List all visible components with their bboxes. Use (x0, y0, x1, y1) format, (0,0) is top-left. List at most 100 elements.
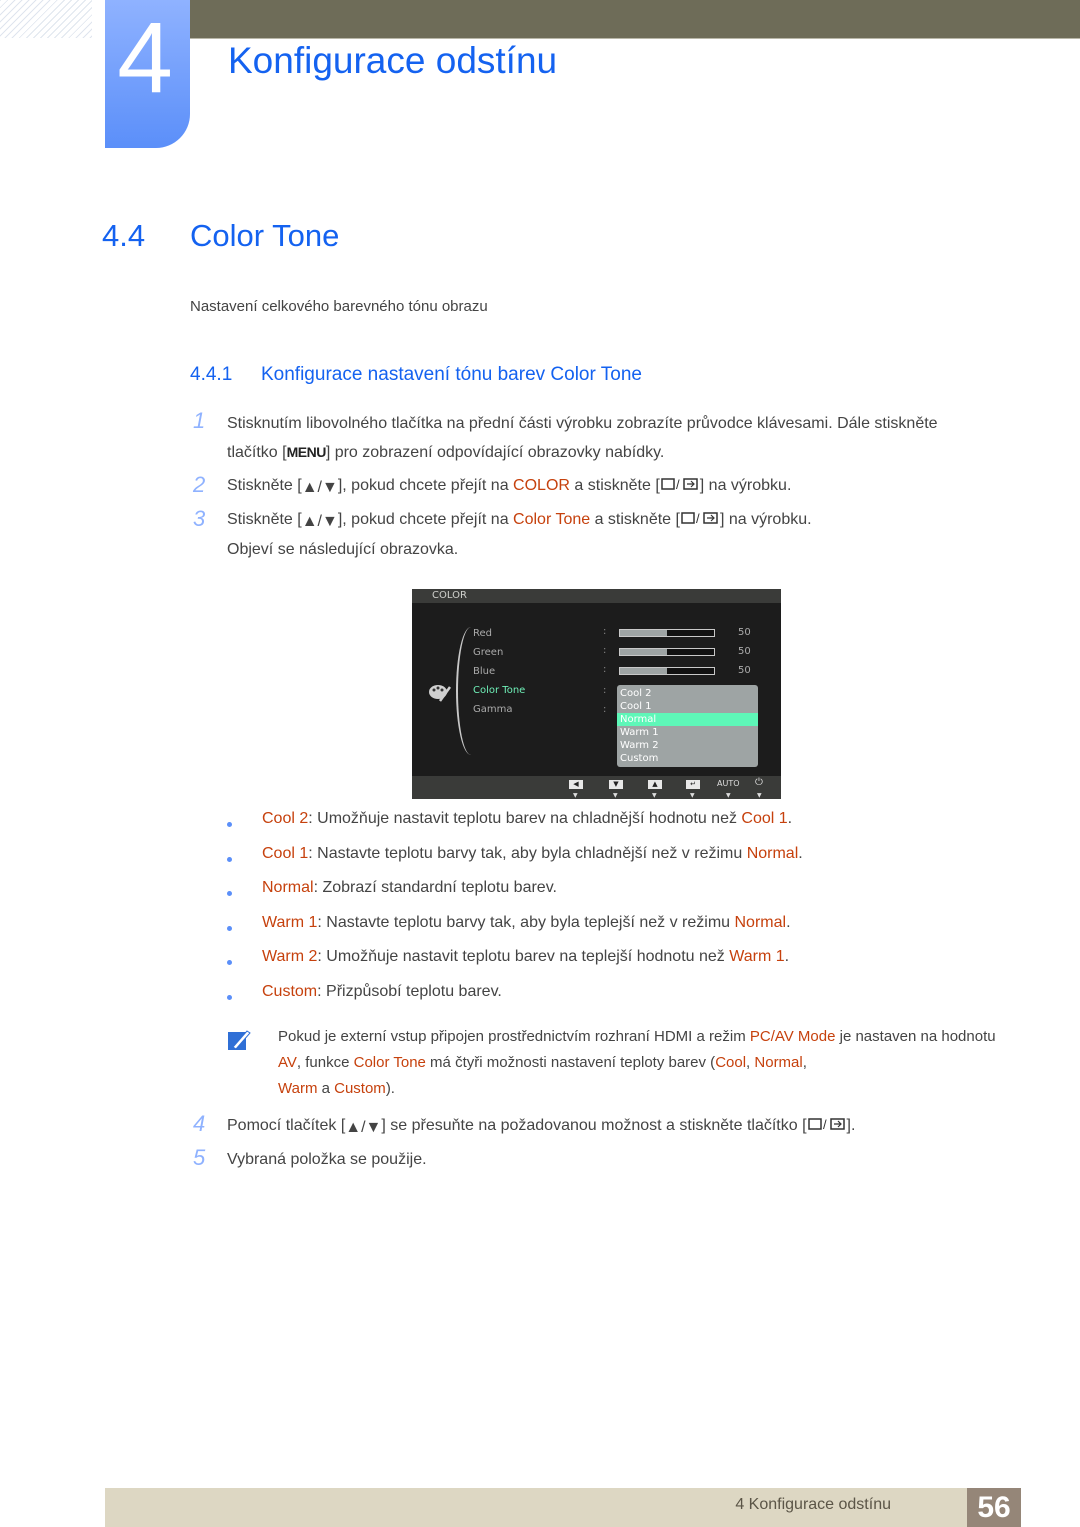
list-item-text: : Nastavte teplotu barvy tak, aby byla c… (308, 845, 747, 862)
bullet-icon (227, 822, 232, 827)
step-number: 2 (193, 472, 206, 497)
osd-item-blue[interactable]: Blue (473, 666, 495, 677)
up-button-icon[interactable]: ▲ (648, 780, 662, 789)
highlight-term: AV (278, 1054, 297, 1071)
osd-value-red: 50 (738, 627, 751, 638)
slider-fill (620, 630, 667, 636)
osd-item-gamma[interactable]: Gamma (473, 704, 513, 715)
step-text: Stiskněte [▲/▼], pokud chcete přejít na … (227, 506, 812, 564)
color-tone-option[interactable]: Warm 1 (617, 726, 758, 739)
highlight-term: Warm 2 (262, 948, 318, 965)
highlight-term: Warm 1 (729, 948, 785, 965)
list-item: Normal: Zobrazí standardní teplotu barev… (262, 879, 557, 897)
svg-text:/: / (696, 511, 700, 526)
section-intro: Nastavení celkového barevného tónu obraz… (190, 298, 488, 315)
highlight-term: Normal (746, 845, 799, 862)
step-number: 4 (193, 1111, 206, 1136)
osd-slider-green[interactable] (619, 648, 715, 656)
list-item-text: : Umožňuje nastavit teplotu barev na chl… (308, 810, 742, 827)
chapter-number: 4 (117, 2, 173, 114)
step-text: Stiskněte [▲/▼], pokud chcete přejít na … (227, 472, 791, 502)
list-item-text: : Zobrazí standardní teplotu barev. (313, 879, 557, 896)
color-tone-option[interactable]: Normal (617, 713, 758, 726)
step-text-line: Stisknutím libovolného tlačítka na předn… (227, 415, 938, 432)
osd-header: COLOR (412, 589, 781, 603)
list-item: Cool 1: Nastavte teplotu barvy tak, aby … (262, 845, 803, 863)
osd-item-color-tone[interactable]: Color Tone (473, 685, 525, 696)
svg-text:/: / (676, 477, 680, 492)
note-part: má čtyři možnosti nastavení teploty bare… (425, 1054, 716, 1071)
step-text-part: Stiskněte [ (227, 511, 302, 528)
bullet-icon (227, 857, 232, 862)
step-text: Vybraná položka se použije. (227, 1151, 427, 1168)
step-number: 1 (193, 408, 206, 433)
page-footer: 4 Konfigurace odstínu 56 (105, 1488, 1021, 1527)
list-item-text: : Umožňuje nastavit teplotu barev na tep… (317, 948, 730, 965)
highlight-term: Warm 1 (262, 914, 318, 931)
osd-slider-red[interactable] (619, 629, 715, 637)
step-text-part: ] na výrobku. (699, 477, 792, 494)
tick-marker: ▼ (613, 792, 618, 799)
list-item-text: : Přizpůsobí teplotu barev. (317, 983, 502, 1000)
header-bar (166, 0, 1080, 38)
highlight-term: Custom (262, 983, 318, 1000)
tick-marker: ▼ (757, 792, 762, 799)
tick-marker: ▼ (652, 792, 657, 799)
chapter-title: Konfigurace odstínu (228, 40, 558, 81)
auto-button[interactable]: AUTO (717, 779, 740, 788)
color-tone-option[interactable]: Cool 1 (617, 700, 758, 713)
list-item-text: . (798, 845, 803, 862)
tick-marker: ▼ (690, 792, 695, 799)
highlight-term: PC/AV Mode (749, 1028, 836, 1045)
subsection-number: 4.4.1 (190, 364, 233, 385)
osd-slider-blue[interactable] (619, 667, 715, 675)
step-text-part: ] na výrobku. (719, 511, 812, 528)
note-part: , (802, 1054, 807, 1071)
color-tone-option[interactable]: Warm 2 (617, 739, 758, 752)
palette-icon (429, 685, 452, 702)
note-part: Pokud je externí vstup připojen prostřed… (278, 1028, 750, 1045)
osd-colon: : (603, 626, 607, 637)
slider-fill (620, 668, 667, 674)
step-number: 5 (193, 1145, 206, 1170)
osd-colon: : (603, 704, 607, 715)
source-enter-icon: / (660, 474, 700, 502)
bullet-icon (227, 995, 232, 1000)
note-pencil-icon (228, 1030, 251, 1050)
svg-text:/: / (823, 1117, 827, 1132)
slider-fill (620, 649, 667, 655)
step-text-part: ] pro zobrazení odpovídající obrazovky n… (325, 444, 665, 461)
highlight-term: Normal (262, 879, 314, 896)
list-item: Cool 2: Umožňuje nastavit teplotu barev … (262, 810, 792, 828)
color-tone-option[interactable]: Custom (617, 752, 758, 765)
enter-button-icon[interactable]: ↵ (686, 780, 700, 789)
subsection-title: Konfigurace nastavení tónu barev Color T… (261, 364, 642, 385)
color-tone-dropdown[interactable]: Cool 2 Cool 1 Normal Warm 1 Warm 2 Custom (617, 685, 758, 767)
osd-item-red[interactable]: Red (473, 628, 492, 639)
highlight-term: Color Tone (353, 1054, 426, 1071)
step-text: Pomocí tlačítek [▲/▼] se přesuňte na pož… (227, 1112, 855, 1142)
highlight-term: Warm (278, 1080, 318, 1097)
up-down-arrows-icon: ▲/▼ (301, 479, 338, 496)
note-part: je nastaven na hodnotu (835, 1028, 996, 1045)
osd-item-green[interactable]: Green (473, 647, 503, 658)
left-button-icon[interactable]: ◀ (569, 780, 583, 789)
bullet-icon (227, 926, 232, 931)
list-item-text: . (786, 914, 791, 931)
up-down-arrows-icon: ▲/▼ (301, 513, 338, 530)
step-text-part: ] se přesuňte na požadovanou možnost a s… (381, 1117, 807, 1134)
footer-chapter-title: 4 Konfigurace odstínu (735, 1496, 891, 1513)
highlight-term: Cool 1 (741, 810, 788, 827)
list-item-text: . (784, 948, 790, 965)
highlight-term: Cool (715, 1054, 747, 1071)
step-text-line: Objeví se následující obrazovka. (227, 541, 459, 558)
power-button-icon[interactable]: ⏻ (755, 777, 763, 788)
highlight-term: COLOR (513, 477, 570, 494)
step-text-part: ], pokud chcete přejít na (337, 477, 514, 494)
step-text-part: ], pokud chcete přejít na (337, 511, 514, 528)
down-button-icon[interactable]: ▼ (609, 780, 623, 789)
color-tone-option[interactable]: Cool 2 (617, 687, 758, 700)
step-text-part: Stiskněte [ (227, 477, 302, 494)
header-hatch-decoration (0, 0, 92, 38)
source-enter-icon: / (680, 508, 720, 536)
